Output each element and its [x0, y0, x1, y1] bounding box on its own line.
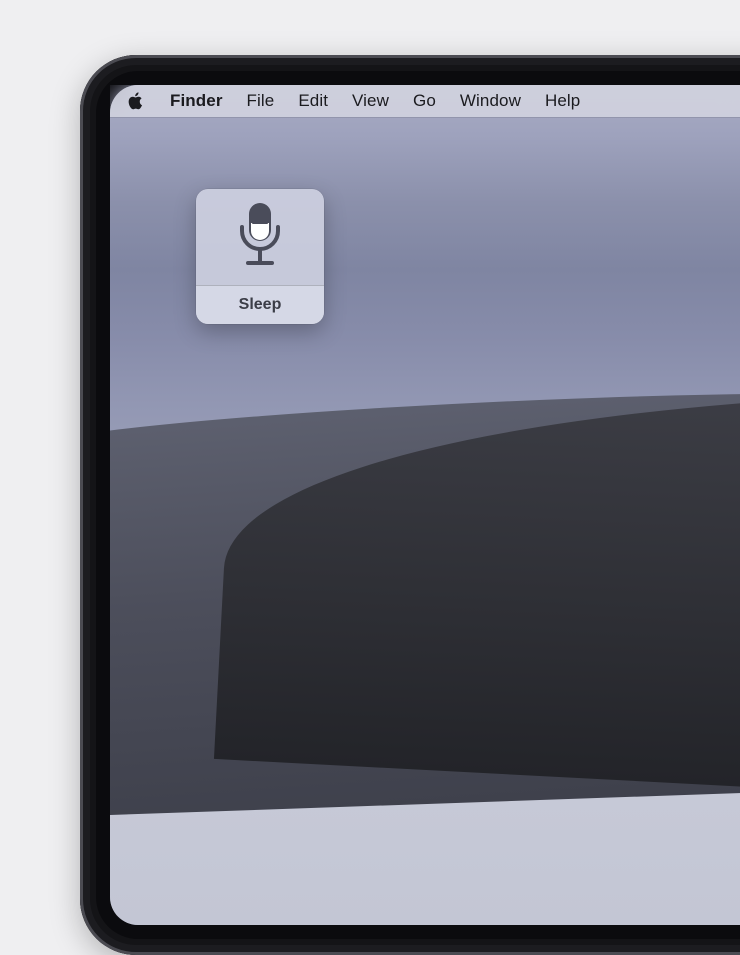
microphone-icon [234, 199, 286, 276]
menu-app-name[interactable]: Finder [158, 85, 235, 117]
apple-menu-icon[interactable] [126, 92, 144, 110]
menu-item-file[interactable]: File [235, 85, 287, 117]
laptop-frame: Finder File Edit View Go Window Help [80, 55, 740, 955]
menu-item-go[interactable]: Go [401, 85, 448, 117]
voice-control-status: Sleep [196, 285, 324, 324]
menu-item-view[interactable]: View [340, 85, 401, 117]
screen-bezel: Finder File Edit View Go Window Help [96, 71, 740, 939]
menu-item-edit[interactable]: Edit [286, 85, 340, 117]
menu-bar: Finder File Edit View Go Window Help [110, 85, 740, 117]
voice-control-feedback-window[interactable]: Sleep [196, 189, 324, 324]
voice-control-mic-area [196, 189, 324, 285]
menu-item-window[interactable]: Window [448, 85, 533, 117]
menu-item-help[interactable]: Help [533, 85, 592, 117]
screen: Finder File Edit View Go Window Help [110, 85, 740, 925]
